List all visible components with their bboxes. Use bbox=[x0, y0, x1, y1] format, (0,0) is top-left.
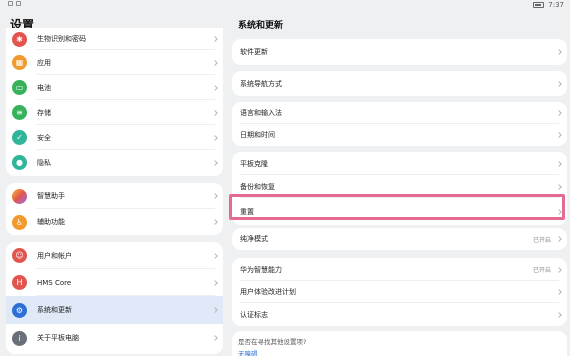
item-label: 用户体验改进计划 bbox=[240, 288, 296, 296]
item-label: 华为智慧能力 bbox=[240, 265, 282, 274]
navigation-item[interactable]: 系统导航方式 bbox=[232, 71, 567, 96]
settings-group-system: ☺ 用户和帐户 H HMS Core ⚙ 系统和更新 i 关于平板电脑 bbox=[6, 242, 223, 354]
chevron-right-icon bbox=[212, 159, 218, 166]
chevron-right-icon bbox=[556, 132, 562, 138]
accessibility-link[interactable]: 无障碍 bbox=[238, 348, 258, 356]
chevron-right-icon bbox=[212, 219, 218, 225]
group-software-update: 软件更新 bbox=[232, 39, 567, 65]
chevron-right-icon bbox=[556, 289, 562, 295]
info-icon: i bbox=[12, 330, 27, 346]
sidebar-item-label: 电池 bbox=[37, 83, 51, 92]
sidebar-item-storage[interactable]: ≡ 存储 bbox=[6, 100, 223, 125]
chevron-right-icon bbox=[556, 236, 562, 242]
item-label: 认证标志 bbox=[240, 310, 268, 319]
privacy-icon: ● bbox=[12, 155, 27, 170]
sidebar-item-label: 用户和帐户 bbox=[37, 251, 72, 260]
huawei-smart-item[interactable]: 华为智慧能力 已开启 bbox=[232, 258, 567, 281]
sidebar-item-label: 智慧助手 bbox=[37, 192, 65, 200]
battery-icon: ▭ bbox=[12, 80, 27, 95]
item-label: 平板克隆 bbox=[240, 159, 268, 168]
status-icons-left bbox=[8, 1, 21, 6]
assistant-icon bbox=[12, 188, 27, 204]
certification-item[interactable]: 认证标志 bbox=[232, 303, 567, 326]
group-smart-ux: 华为智慧能力 已开启 用户体验改进计划 认证标志 bbox=[232, 258, 567, 326]
system-gear-icon: ⚙ bbox=[12, 302, 27, 318]
settings-group-security: ✱ 生物识别和密码 ▦ 应用 ▭ 电池 ≡ 存储 ✓ 安全 ● 隐私 bbox=[6, 28, 223, 176]
chevron-right-icon bbox=[212, 307, 218, 313]
chevron-right-icon bbox=[212, 84, 218, 91]
software-update-item[interactable]: 软件更新 bbox=[232, 39, 567, 65]
storage-icon: ≡ bbox=[12, 105, 27, 120]
item-status: 已开启 bbox=[532, 267, 551, 274]
group-pure-mode: 纯净模式 已开启 bbox=[232, 228, 567, 250]
sidebar-item-label: 安全 bbox=[37, 133, 51, 142]
sidebar-item-hms-core[interactable]: H HMS Core bbox=[6, 269, 223, 296]
item-status: 已开启 bbox=[532, 236, 551, 244]
hms-core-icon: H bbox=[12, 275, 27, 290]
tablet-clone-item[interactable]: 平板克隆 bbox=[232, 152, 567, 175]
sidebar-item-label: 存储 bbox=[37, 108, 51, 117]
item-label: 系统导航方式 bbox=[240, 79, 282, 88]
sidebar-item-label: 关于平板电脑 bbox=[37, 334, 79, 342]
sidebar-item-privacy[interactable]: ● 隐私 bbox=[6, 150, 223, 175]
language-input-item[interactable]: 语言和输入法 bbox=[232, 102, 567, 124]
sidebar-item-smart-assistant[interactable]: 智慧助手 bbox=[6, 183, 223, 209]
detail-title: 系统和更新 bbox=[238, 21, 284, 31]
sidebar-item-battery[interactable]: ▭ 电池 bbox=[6, 75, 223, 100]
item-label: 备份和恢复 bbox=[240, 182, 275, 191]
sidebar-item-system-update[interactable]: ⚙ 系统和更新 bbox=[6, 296, 223, 324]
chevron-right-icon bbox=[212, 59, 218, 66]
sidebar-item-label: 应用 bbox=[37, 58, 51, 67]
chevron-right-icon bbox=[212, 193, 218, 199]
sidebar-item-label: 生物识别和密码 bbox=[37, 35, 86, 43]
reset-highlight-box bbox=[229, 194, 565, 220]
sidebar-item-accessibility[interactable]: ♿ 辅助功能 bbox=[6, 209, 223, 235]
item-label: 日期和时间 bbox=[240, 131, 275, 139]
chevron-right-icon bbox=[212, 36, 218, 42]
item-label: 软件更新 bbox=[240, 48, 268, 56]
date-time-item[interactable]: 日期和时间 bbox=[232, 124, 567, 146]
status-bar: 7:37 bbox=[0, 0, 570, 12]
sidebar-item-users[interactable]: ☺ 用户和帐户 bbox=[6, 242, 223, 269]
chevron-right-icon bbox=[556, 311, 562, 318]
sidebar-item-security[interactable]: ✓ 安全 bbox=[6, 125, 223, 150]
fingerprint-icon: ✱ bbox=[12, 31, 27, 47]
search-hint-title: 是否在寻找其他设置项? bbox=[238, 338, 307, 346]
user-experience-item[interactable]: 用户体验改进计划 bbox=[232, 281, 567, 303]
chevron-right-icon bbox=[556, 160, 562, 167]
sidebar-item-label: HMS Core bbox=[37, 278, 72, 287]
sidebar-item-label: 隐私 bbox=[37, 158, 51, 167]
chevron-right-icon bbox=[556, 183, 562, 190]
sidebar-item-label: 系统和更新 bbox=[37, 306, 72, 314]
chevron-right-icon bbox=[212, 252, 218, 259]
item-label: 语言和输入法 bbox=[240, 109, 282, 117]
pure-mode-item[interactable]: 纯净模式 已开启 bbox=[232, 228, 567, 250]
chevron-right-icon bbox=[212, 109, 218, 116]
status-icons-right: 7:37 bbox=[533, 1, 564, 9]
sidebar-item-biometrics[interactable]: ✱ 生物识别和密码 bbox=[6, 28, 223, 50]
chevron-right-icon bbox=[556, 110, 562, 116]
chevron-right-icon bbox=[556, 49, 562, 55]
group-navigation: 系统导航方式 bbox=[232, 71, 567, 96]
sidebar-item-label: 辅助功能 bbox=[37, 218, 65, 226]
group-language-date: 语言和输入法 日期和时间 bbox=[232, 102, 567, 146]
notification-icon bbox=[16, 1, 21, 6]
chevron-right-icon bbox=[212, 279, 218, 286]
apps-icon: ▦ bbox=[12, 55, 27, 70]
battery-status-icon bbox=[533, 2, 545, 8]
status-time: 7:37 bbox=[548, 1, 564, 9]
chevron-right-icon bbox=[212, 335, 218, 341]
accessibility-icon: ♿ bbox=[12, 214, 27, 230]
settings-group-assist: 智慧助手 ♿ 辅助功能 bbox=[6, 183, 223, 235]
notification-icon bbox=[8, 1, 13, 6]
chevron-right-icon bbox=[556, 80, 562, 87]
user-icon: ☺ bbox=[12, 248, 27, 263]
chevron-right-icon bbox=[556, 266, 562, 273]
chevron-right-icon bbox=[212, 134, 218, 141]
item-label: 纯净模式 bbox=[240, 235, 268, 243]
sidebar-item-about[interactable]: i 关于平板电脑 bbox=[6, 324, 223, 352]
sidebar-item-apps[interactable]: ▦ 应用 bbox=[6, 50, 223, 75]
shield-icon: ✓ bbox=[12, 130, 27, 145]
